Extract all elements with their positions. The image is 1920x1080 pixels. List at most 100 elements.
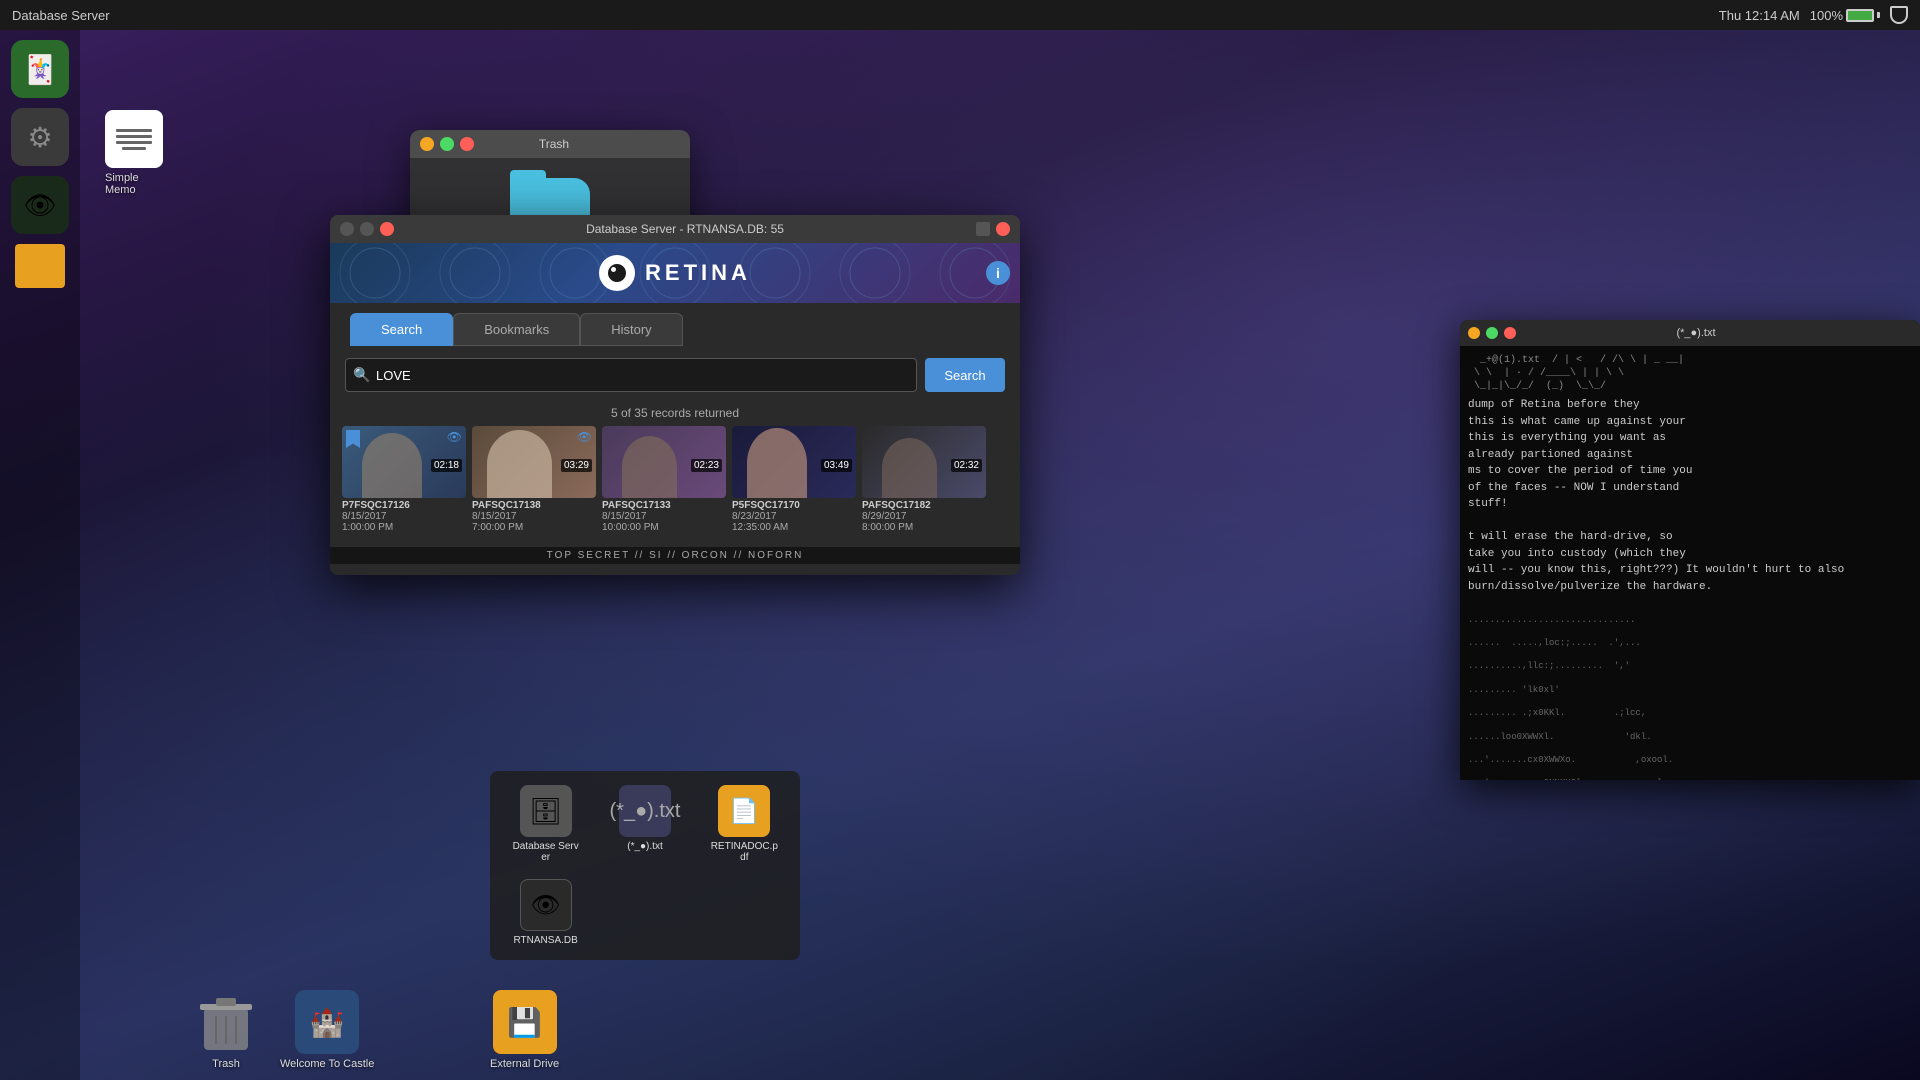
trash-minimize-btn[interactable] xyxy=(420,137,434,151)
result-duration-4: 02:32 xyxy=(951,459,982,472)
db-tabs: Search Bookmarks History xyxy=(330,303,1020,346)
db-search-area: 🔍 Search xyxy=(330,346,1020,400)
top-bar: Database Server Thu 12:14 AM 100% xyxy=(0,0,1920,30)
dock-icon-cards[interactable] xyxy=(11,40,69,98)
retina-eye-inner xyxy=(608,264,626,282)
file-txt[interactable]: (*_●).txt (*_●).txt xyxy=(599,781,690,867)
simple-memo-label: Simple Memo xyxy=(105,172,163,196)
terminal-expand-btn[interactable] xyxy=(1486,327,1498,339)
pdf-icon-char: 📄 xyxy=(729,797,759,826)
tab-history[interactable]: History xyxy=(580,313,682,346)
dock-item-welcome[interactable]: 🏰 Welcome To Castle xyxy=(280,990,374,1070)
db-restore-btn[interactable] xyxy=(976,222,990,236)
info-button[interactable]: i xyxy=(986,261,1010,285)
memo-line xyxy=(122,147,146,150)
simple-memo-icon xyxy=(105,110,163,168)
terminal-content: _+@(1).txt / | < / /\ \ | _ __| \ \ | · … xyxy=(1460,346,1920,780)
result-id-4: PAFSQC17182 xyxy=(862,500,986,511)
dock-icon-eye[interactable] xyxy=(11,176,69,234)
dock-icon-gears[interactable] xyxy=(11,108,69,166)
memo-line xyxy=(116,135,152,138)
file-rtnansa-label: RTNANSA.DB xyxy=(514,935,578,946)
db-minimize-btn[interactable] xyxy=(360,222,374,236)
result-thumb-4: 02:32 xyxy=(862,426,986,498)
result-id-3: P5FSQC17170 xyxy=(732,500,856,511)
result-item-1[interactable]: 👁 03:29 PAFSQC17138 8/15/2017 7:00:00 PM xyxy=(472,426,596,535)
db-window-title: Database Server - RTNANSA.DB: 55 xyxy=(400,222,970,236)
result-info-2: PAFSQC17133 8/15/2017 10:00:00 PM xyxy=(602,498,726,535)
file-pdf[interactable]: 📄 RETINADOC.pdf xyxy=(699,781,790,867)
db-secret-bar: TOP SECRET // SI // ORCON // NOFORN xyxy=(330,547,1020,564)
dock-icon-storage[interactable] xyxy=(15,244,65,288)
db-close-btn[interactable] xyxy=(340,222,354,236)
search-button[interactable]: Search xyxy=(925,358,1005,392)
result-item-3[interactable]: 03:49 P5FSQC17170 8/23/2017 12:35:00 AM xyxy=(732,426,856,535)
welcome-icon-char: 🏰 xyxy=(310,1006,345,1039)
dock-item-external-drive[interactable]: 💾 External Drive xyxy=(490,990,559,1070)
db-fullscreen-btn[interactable] xyxy=(380,222,394,236)
result-info-0: P7FSQC17126 8/15/2017 1:00:00 PM xyxy=(342,498,466,535)
file-db-server-label: Database Server xyxy=(511,841,581,863)
result-time-4: 8:00:00 PM xyxy=(862,522,986,533)
result-item-2[interactable]: 02:23 PAFSQC17133 8/15/2017 10:00:00 PM xyxy=(602,426,726,535)
tab-bookmarks[interactable]: Bookmarks xyxy=(453,313,580,346)
dock-item-simplememo[interactable]: Simple Memo xyxy=(105,110,163,196)
db-header: RETINA i xyxy=(330,243,1020,303)
result-duration-2: 02:23 xyxy=(691,459,722,472)
retina-text: RETINA xyxy=(645,260,751,286)
db-results-grid: 👁 02:18 P7FSQC17126 8/15/2017 1:00:00 PM… xyxy=(330,426,1020,547)
memo-line xyxy=(116,129,152,132)
result-item-0[interactable]: 👁 02:18 P7FSQC17126 8/15/2017 1:00:00 PM xyxy=(342,426,466,535)
trash-window-title: Trash xyxy=(474,137,634,151)
result-duration-0: 02:18 xyxy=(431,459,462,472)
result-thumb-2: 02:23 xyxy=(602,426,726,498)
terminal-title: (*_●).txt xyxy=(1522,327,1870,339)
rtnansa-eye-icon: 👁 xyxy=(530,891,560,920)
battery-bar xyxy=(1846,9,1874,22)
file-db-server[interactable]: 🗄 Database Server xyxy=(500,781,591,867)
tab-search[interactable]: Search xyxy=(350,313,453,346)
terminal-window: (*_●).txt _+@(1).txt / | < / /\ \ | _ __… xyxy=(1460,320,1920,780)
result-time-0: 1:00:00 PM xyxy=(342,522,466,533)
search-input[interactable] xyxy=(345,358,917,392)
trash-expand-btn[interactable] xyxy=(440,137,454,151)
retina-logo: RETINA xyxy=(599,255,751,291)
terminal-close-btn[interactable] xyxy=(1504,327,1516,339)
result-time-2: 10:00:00 PM xyxy=(602,522,726,533)
battery-pct: 100% xyxy=(1810,8,1843,23)
result-thumb-1: 👁 03:29 xyxy=(472,426,596,498)
file-rtnansa[interactable]: 👁 RTNANSA.DB xyxy=(500,875,591,950)
external-drive-icon: 💾 xyxy=(493,990,557,1054)
db-results-info: 5 of 35 records returned xyxy=(330,400,1020,426)
battery-indicator: 100% xyxy=(1810,8,1880,23)
result-duration-3: 03:49 xyxy=(821,459,852,472)
result-date-4: 8/29/2017 xyxy=(862,511,986,522)
result-date-3: 8/23/2017 xyxy=(732,511,856,522)
battery-tip xyxy=(1877,12,1880,18)
memo-line xyxy=(116,141,152,144)
dock-item-trash[interactable]: Trash xyxy=(200,996,252,1070)
file-txt-label: (*_●).txt xyxy=(627,841,663,852)
eye-icon-0: 👁 xyxy=(447,430,462,448)
top-bar-time: Thu 12:14 AM xyxy=(1719,8,1800,23)
external-drive-label: External Drive xyxy=(490,1058,559,1070)
top-bar-right: Thu 12:14 AM 100% xyxy=(1719,6,1908,24)
trash-icon xyxy=(200,996,252,1054)
terminal-ascii-art-2: ............................... ...... .… xyxy=(1468,603,1912,780)
shield-icon xyxy=(1890,6,1908,24)
result-item-4[interactable]: 02:32 PAFSQC17182 8/29/2017 8:00:00 PM xyxy=(862,426,986,535)
trash-label: Trash xyxy=(212,1058,240,1070)
db-server-icon-img: 🗄 xyxy=(529,796,562,827)
result-date-0: 8/15/2017 xyxy=(342,511,466,522)
db-server-window: Database Server - RTNANSA.DB: 55 RETINA … xyxy=(330,215,1020,575)
trash-titlebar: Trash xyxy=(410,130,690,158)
db-close2-btn[interactable] xyxy=(996,222,1010,236)
left-dock: Simple Memo xyxy=(0,30,80,1080)
result-thumb-3: 03:49 xyxy=(732,426,856,498)
trash-close-btn[interactable] xyxy=(460,137,474,151)
terminal-minimize-btn[interactable] xyxy=(1468,327,1480,339)
result-date-2: 8/15/2017 xyxy=(602,511,726,522)
eye-icon-1: 👁 xyxy=(577,430,592,444)
txt-file-icon: (*_●).txt xyxy=(619,785,671,837)
terminal-ascii-art: _+@(1).txt / | < / /\ \ | _ __| \ \ | · … xyxy=(1468,354,1912,393)
